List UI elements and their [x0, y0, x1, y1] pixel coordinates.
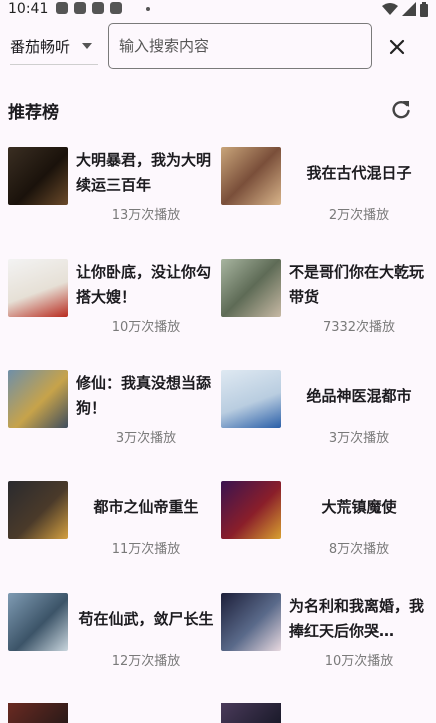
book-cover	[8, 370, 68, 428]
book-play-count: 12万次播放	[111, 654, 181, 669]
search-input[interactable]	[108, 23, 372, 69]
book-title: 大明暴君，我为大明续运三百年	[76, 151, 212, 194]
app-icon	[110, 2, 122, 14]
dropdown-arrow-icon	[82, 43, 92, 49]
status-time: 10:41	[8, 1, 49, 17]
book-cover	[221, 703, 281, 723]
book-title: 大荒镇魔使	[321, 497, 397, 516]
book-item[interactable]: 苟在仙武，敛尸长生 12万次播放	[8, 593, 218, 689]
refresh-button[interactable]	[390, 99, 412, 121]
close-icon	[389, 39, 405, 55]
book-item[interactable]: 都市之仙帝重生 11万次播放	[8, 481, 218, 577]
book-cover	[221, 593, 281, 651]
book-cover	[8, 593, 68, 651]
wifi-icon	[382, 3, 398, 15]
status-icons	[382, 1, 428, 17]
refresh-icon	[392, 100, 410, 119]
book-cover	[8, 703, 68, 723]
book-cover	[8, 147, 68, 205]
book-play-count: 8万次播放	[328, 542, 390, 557]
book-item[interactable]: 为名利和我离婚，我捧红天后你哭… 10万次播放	[221, 593, 431, 689]
book-play-count: 13万次播放	[111, 208, 181, 223]
book-title: 不是哥们你在大乾玩带货	[289, 263, 425, 306]
source-dropdown-label: 番茄畅听	[10, 37, 71, 56]
book-title: 苟在仙武，敛尸长生	[78, 609, 214, 628]
book-title: 都市之仙帝重生	[93, 497, 199, 516]
book-item[interactable]: 修仙：我真没想当舔狗！ 3万次播放	[8, 370, 218, 466]
book-item[interactable]: 大明暴君，我为大明续运三百年 13万次播放	[8, 147, 218, 243]
app-icon	[92, 2, 104, 14]
book-title: 修仙：我真没想当舔狗！	[76, 374, 212, 417]
section-title: 推荐榜	[8, 103, 59, 123]
book-cover	[221, 481, 281, 539]
status-bar: 10:41	[0, 0, 436, 18]
book-title: 让你卧底，没让你勾搭大嫂！	[76, 263, 212, 306]
book-item[interactable]: 绝品神医混都市 3万次播放	[221, 370, 431, 466]
book-play-count: 7332次播放	[322, 320, 396, 335]
book-play-count: 3万次播放	[328, 431, 390, 446]
book-cover	[221, 259, 281, 317]
book-play-count: 10万次播放	[111, 320, 181, 335]
book-play-count: 10万次播放	[324, 654, 394, 669]
app-icon	[56, 2, 68, 14]
book-title: 我在古代混日子	[306, 163, 412, 182]
book-item[interactable]: 大荒镇魔使 8万次播放	[221, 481, 431, 577]
close-button[interactable]	[384, 34, 410, 60]
book-play-count: 3万次播放	[115, 431, 177, 446]
book-play-count: 11万次播放	[111, 542, 181, 557]
battery-icon	[420, 1, 428, 17]
book-item[interactable]: 不是哥们你在大乾玩带货 7332次播放	[221, 259, 431, 355]
source-dropdown[interactable]: 番茄畅听	[10, 28, 98, 65]
book-cover	[8, 481, 68, 539]
book-item[interactable]: 我在古代混日子 2万次播放	[221, 147, 431, 243]
book-play-count: 2万次播放	[328, 208, 390, 223]
book-title: 为名利和我离婚，我捧红天后你哭…	[289, 597, 425, 640]
signal-icon	[402, 2, 416, 16]
book-cover	[8, 259, 68, 317]
dot-icon	[146, 7, 150, 11]
book-item[interactable]: 让你卧底，没让你勾搭大嫂！ 10万次播放	[8, 259, 218, 355]
book-title: 绝品神医混都市	[306, 386, 412, 405]
book-cover	[221, 147, 281, 205]
app-icon	[74, 2, 86, 14]
book-cover	[221, 370, 281, 428]
